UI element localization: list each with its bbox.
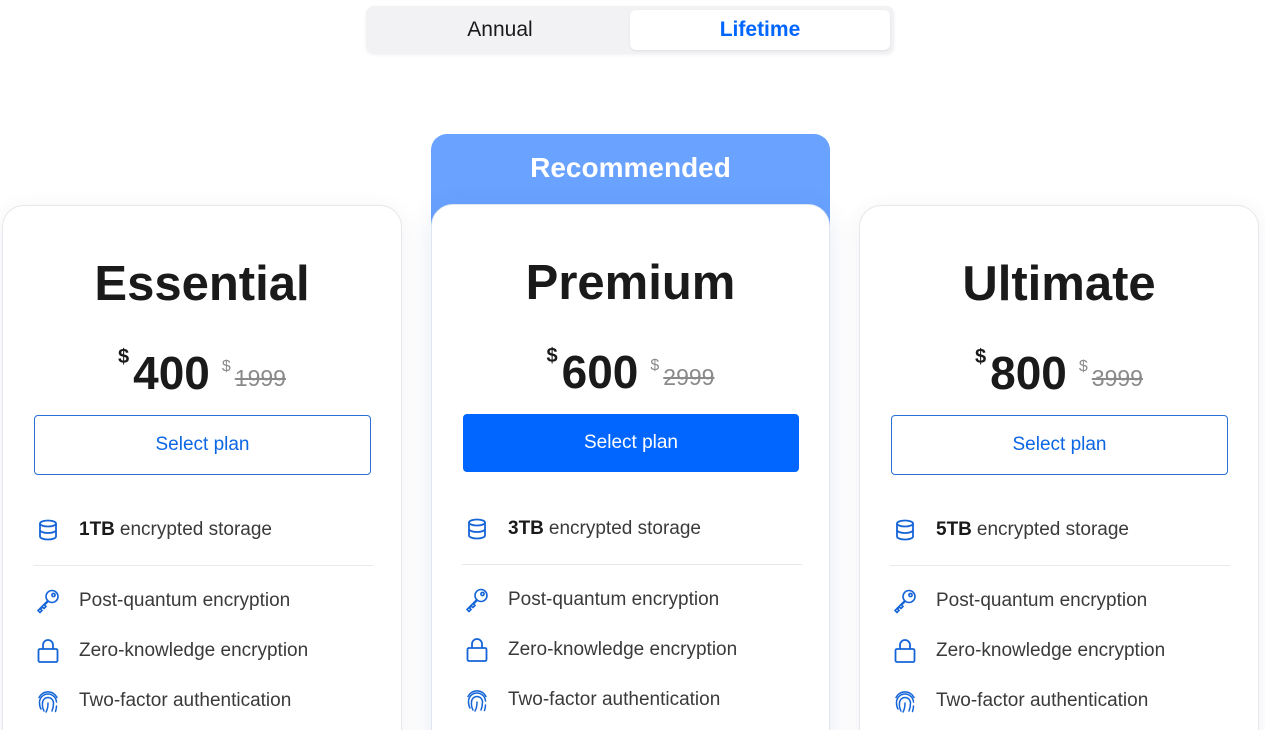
plan-card-essential: Essential $ 400 $ 1999 Select plan 1TB e… [2, 205, 402, 730]
feature-two-factor: Two-factor authentication [892, 688, 1148, 714]
price-amount: 400 [133, 347, 210, 399]
feature-label: Zero-knowledge encryption [936, 640, 1166, 661]
feature-post-quantum: Post-quantum encryption [35, 588, 290, 614]
feature-label: Two-factor authentication [508, 689, 721, 710]
feature-label: Two-factor authentication [936, 690, 1149, 711]
feature-label: Post-quantum encryption [936, 590, 1148, 611]
select-plan-button[interactable]: Select plan [463, 414, 799, 472]
select-plan-button[interactable]: Select plan [891, 415, 1228, 475]
old-currency-symbol: $ [221, 358, 231, 375]
feature-two-factor: Two-factor authentication [464, 687, 720, 713]
feature-post-quantum: Post-quantum encryption [892, 588, 1147, 614]
select-plan-button[interactable]: Select plan [34, 415, 371, 475]
divider [890, 565, 1230, 566]
old-price: $ 1999 [222, 358, 286, 392]
feature-label: Post-quantum encryption [79, 590, 291, 611]
feature-storage: 3TB encrypted storage [464, 516, 701, 542]
price: $ 600 $ 2999 [432, 343, 829, 395]
feature-label: Zero-knowledge encryption [79, 640, 309, 661]
fingerprint-icon [35, 688, 61, 714]
billing-toggle: Annual Lifetime [366, 6, 894, 54]
price-amount: 800 [990, 347, 1067, 399]
currency-symbol: $ [118, 346, 130, 368]
toggle-lifetime[interactable]: Lifetime [630, 10, 890, 50]
lock-icon [464, 637, 490, 663]
fingerprint-icon [464, 687, 490, 713]
storage-amount: 5TB [936, 519, 972, 540]
storage-text: encrypted storage [119, 519, 272, 540]
feature-zero-knowledge: Zero-knowledge encryption [892, 638, 1165, 664]
plan-name: Essential [94, 257, 310, 311]
feature-post-quantum: Post-quantum encryption [464, 587, 719, 613]
old-price-amount: 1999 [234, 365, 286, 391]
plan-card-premium: Premium $ 600 $ 2999 Select plan 3TB enc… [431, 204, 830, 730]
key-icon [464, 587, 490, 613]
currency-symbol: $ [546, 345, 558, 367]
old-price: $ 2999 [650, 357, 714, 391]
fingerprint-icon [892, 688, 918, 714]
plan-name: Premium [525, 256, 736, 310]
database-icon [464, 516, 490, 542]
feature-two-factor: Two-factor authentication [35, 688, 291, 714]
storage-text: encrypted storage [548, 518, 701, 539]
plan-name: Ultimate [962, 257, 1156, 311]
price: $ 400 $ 1999 [3, 344, 401, 396]
storage-text: encrypted storage [976, 519, 1129, 540]
feature-zero-knowledge: Zero-knowledge encryption [464, 637, 737, 663]
storage-amount: 1TB [79, 519, 115, 540]
lock-icon [35, 638, 61, 664]
currency-symbol: $ [975, 346, 987, 368]
feature-storage: 1TB encrypted storage [35, 517, 272, 543]
old-price-amount: 3999 [1091, 365, 1143, 391]
old-currency-symbol: $ [1078, 358, 1088, 375]
database-icon [35, 517, 61, 543]
feature-label: Two-factor authentication [79, 690, 292, 711]
storage-amount: 3TB [508, 518, 544, 539]
lock-icon [892, 638, 918, 664]
toggle-annual[interactable]: Annual [370, 10, 630, 50]
key-icon [35, 588, 61, 614]
plan-card-ultimate: Ultimate $ 800 $ 3999 Select plan 5TB en… [859, 205, 1259, 730]
price: $ 800 $ 3999 [860, 344, 1258, 396]
divider [462, 564, 802, 565]
price-amount: 600 [561, 346, 639, 398]
feature-storage: 5TB encrypted storage [892, 517, 1129, 543]
database-icon [892, 517, 918, 543]
old-price-amount: 2999 [663, 364, 715, 390]
feature-zero-knowledge: Zero-knowledge encryption [35, 638, 308, 664]
old-currency-symbol: $ [650, 357, 660, 374]
key-icon [892, 588, 918, 614]
old-price: $ 3999 [1079, 358, 1143, 392]
divider [33, 565, 373, 566]
feature-label: Post-quantum encryption [508, 589, 720, 610]
feature-label: Zero-knowledge encryption [508, 639, 738, 660]
